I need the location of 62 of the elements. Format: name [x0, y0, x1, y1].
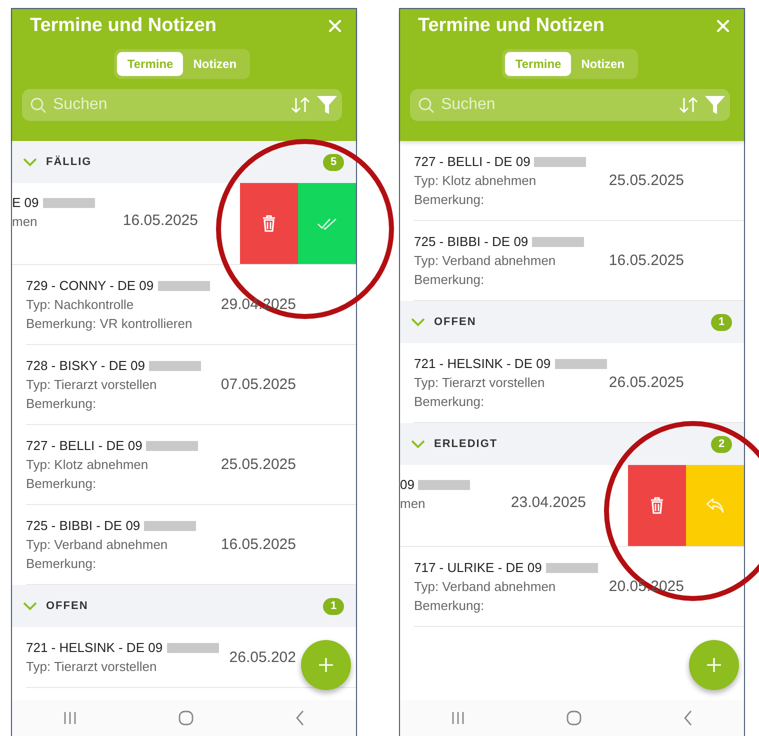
item-title: 721 - HELSINK - DE 09 [414, 356, 551, 371]
item-remark: Bemerkung: VR kontrollieren [26, 316, 194, 331]
item-type: Typ: Tierarzt vorstellen [414, 375, 546, 390]
section-label: OFFEN [46, 600, 90, 612]
section-label: OFFEN [434, 316, 478, 328]
appointment-item[interactable]: 727 - BELLI - DE 09 Typ: Klotz abnehmen Bemerkung: 25.05.2025 [414, 141, 744, 221]
item-type: Typ: Tierarzt vorstellen [26, 377, 158, 392]
item-date: 16.05.2025 [122, 212, 198, 229]
item-title: 721 - HELSINK - DE 09 [26, 640, 163, 655]
item-title: 727 - BELLI - DE 09 [26, 438, 142, 453]
item-type: Typ: Klotz abnehmen [26, 457, 150, 472]
item-remark: Bemerkung: [26, 476, 98, 491]
item-remark: Bemerkung: [414, 192, 486, 207]
screen-title: Termine und Notizen [30, 15, 216, 37]
item-remark: Bemerkung: [414, 272, 486, 287]
item-type: men [400, 496, 426, 511]
item-type: Typ: Tierarzt vorstellen [26, 659, 158, 674]
section-header[interactable]: FÄLLIG 5 [12, 141, 356, 183]
item-date: 23.04.2025 [510, 494, 586, 511]
item-title: 727 - BELLI - DE 09 [414, 154, 530, 169]
count-badge: 2 [711, 436, 732, 452]
item-title: 725 - BIBBI - DE 09 [26, 518, 140, 533]
screen-title: Termine und Notizen [418, 15, 604, 37]
item-remark: Bemerkung: [414, 598, 486, 613]
item-date: 16.05.2025 [220, 536, 296, 553]
item-title: 725 - BIBBI - DE 09 [414, 234, 528, 249]
item-remark: Bemerkung: [26, 396, 98, 411]
section-header[interactable]: ERLEDIGT 2 [400, 423, 744, 465]
item-title: 717 - ULRIKE - DE 09 [414, 560, 542, 575]
item-remark: Bemerkung: [414, 394, 486, 409]
count-badge: 1 [711, 314, 732, 330]
count-badge: 1 [323, 598, 344, 614]
count-badge: 5 [323, 154, 344, 170]
section-header[interactable]: OFFEN 1 [400, 301, 744, 343]
item-type: men [12, 214, 38, 229]
item-date: 25.05.2025 [220, 456, 296, 473]
item-title: 728 - BISKY - DE 09 [26, 358, 145, 373]
item-type: Typ: Klotz abnehmen [414, 173, 538, 188]
item-type: Typ: Verband abnehmen [414, 253, 557, 268]
item-type: Typ: Verband abnehmen [26, 537, 169, 552]
search-input[interactable]: Suchen [439, 95, 674, 115]
item-type: Typ: Verband abnehmen [414, 579, 557, 594]
item-date: 16.05.2025 [608, 252, 684, 269]
item-title: 09 [400, 477, 414, 492]
search-input[interactable]: Suchen [51, 95, 286, 115]
search-field[interactable]: Suchen [22, 89, 342, 121]
swiped-item[interactable]: E 09 men 16.05.2025 [12, 183, 356, 265]
section-label: ERLEDIGT [434, 438, 499, 450]
item-date: 26.05.202 [229, 648, 296, 666]
search-field[interactable]: Suchen [410, 89, 730, 121]
swiped-item[interactable]: 09 men 23.04.2025 [400, 465, 744, 547]
item-type: Typ: Nachkontrolle [26, 297, 135, 312]
appointment-item[interactable]: 728 - BISKY - DE 09 Typ: Tierarzt vorstellen Bemerkung: 07.05.2025 [26, 345, 356, 425]
item-date: 25.05.2025 [608, 172, 684, 189]
item-date: 07.05.2025 [220, 376, 296, 393]
section-header[interactable]: OFFEN 1 [12, 585, 356, 627]
item-date: 26.05.2025 [608, 374, 684, 391]
item-title: 729 - CONNY - DE 09 [26, 278, 154, 293]
appointment-item[interactable]: 727 - BELLI - DE 09 Typ: Klotz abnehmen Bemerkung: 25.05.2025 [26, 425, 356, 505]
item-title: E 09 [12, 195, 39, 210]
item-remark: Bemerkung: [26, 556, 98, 571]
section-label: FÄLLIG [46, 156, 93, 168]
